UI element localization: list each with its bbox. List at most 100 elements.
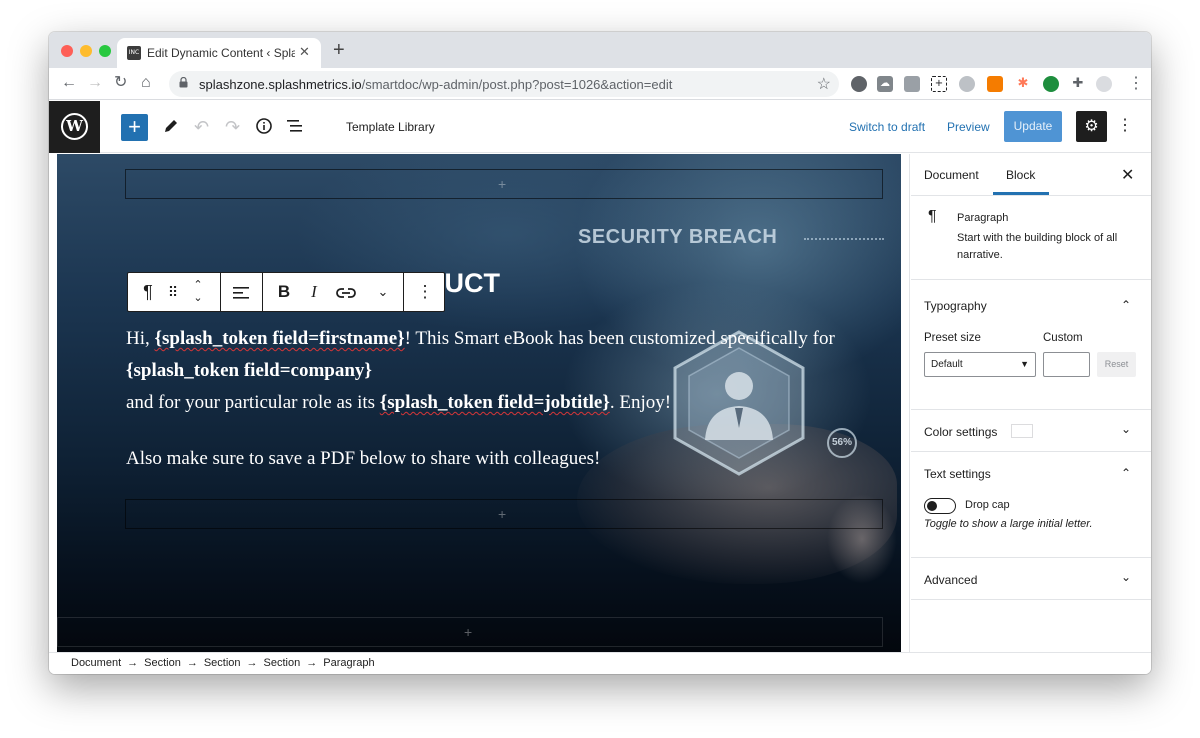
maximize-window-button[interactable] <box>99 45 111 57</box>
extension-circle-icon[interactable] <box>851 76 867 92</box>
update-button[interactable]: Update <box>1004 111 1062 142</box>
custom-size-input[interactable] <box>1043 352 1090 377</box>
wordpress-logo[interactable]: W <box>49 101 100 153</box>
new-tab-icon[interactable]: + <box>333 40 345 60</box>
more-options-icon[interactable]: ⋮ <box>1117 115 1133 137</box>
add-block-button[interactable]: + <box>121 114 148 141</box>
block-toolbar: ¶ ⠿ ⌃ ⌄ B I ⌄ ⋮ <box>127 272 445 312</box>
breadcrumb-paragraph[interactable]: Paragraph <box>323 657 374 669</box>
breadcrumb-section[interactable]: Section <box>144 657 181 669</box>
extension-cloud-icon[interactable]: ☁ <box>877 76 893 92</box>
switch-to-draft-button[interactable]: Switch to draft <box>849 120 925 134</box>
color-settings-title[interactable]: Color settings <box>924 425 997 439</box>
token-firstname: {splash_token field=firstname} <box>155 328 405 349</box>
hubspot-icon[interactable]: ✱ <box>1015 76 1031 92</box>
paragraph-block-icon[interactable]: ¶ <box>136 273 160 311</box>
wordpress-icon: W <box>61 113 88 140</box>
toolbar-separator <box>403 273 404 311</box>
undo-icon[interactable]: ↶ <box>194 115 209 139</box>
italic-icon[interactable]: I <box>306 273 322 311</box>
close-window-button[interactable] <box>61 45 73 57</box>
bold-icon[interactable]: B <box>274 273 294 311</box>
chevron-up-icon[interactable]: ⌃ <box>1121 466 1131 480</box>
editor-canvas[interactable]: SECURITY BREACH 56% + DUCT Hi, {splash_t… <box>57 154 901 652</box>
browser-tab-active[interactable]: INC Edit Dynamic Content ‹ Splash ✕ <box>117 38 321 68</box>
advanced-title[interactable]: Advanced <box>924 573 977 587</box>
info-icon[interactable] <box>255 117 273 135</box>
extension-orange-icon[interactable] <box>987 76 1003 92</box>
chevron-down-icon: ▼ <box>1020 359 1029 369</box>
block-more-options-icon[interactable]: ⋮ <box>416 273 434 311</box>
user-hexagon-graphic <box>673 330 805 476</box>
breadcrumb-document[interactable]: Document <box>71 657 121 669</box>
extension-screenshot-icon[interactable]: + <box>931 76 947 92</box>
redo-icon[interactable]: ↷ <box>225 115 240 139</box>
paragraph-line-1[interactable]: Hi, {splash_token field=firstname}! This… <box>126 328 835 350</box>
preset-size-select[interactable]: Default ▼ <box>924 352 1036 377</box>
browser-toolbar: ← → ↻ ⌂ splashzone.splashmetrics.io/smar… <box>49 68 1151 100</box>
browser-menu-icon[interactable]: ⋮ <box>1128 74 1144 94</box>
block-card: ¶ Paragraph Start with the building bloc… <box>911 196 1151 280</box>
extension-grey-icon[interactable] <box>959 76 975 92</box>
text-settings-title[interactable]: Text settings <box>924 467 991 481</box>
greeting-text: Hi, <box>126 328 155 349</box>
extension-chat-icon[interactable] <box>904 76 920 92</box>
canvas-right-gutter <box>901 154 910 652</box>
align-left-icon[interactable] <box>232 285 250 301</box>
reset-button[interactable]: Reset <box>1097 352 1136 377</box>
custom-size-label: Custom <box>1043 332 1083 344</box>
chevron-down-icon[interactable]: ⌄ <box>1121 570 1131 584</box>
settings-gear-icon[interactable]: ⚙ <box>1076 111 1107 142</box>
profile-avatar[interactable] <box>1096 76 1112 92</box>
block-inserter-plus-icon[interactable]: + <box>498 177 506 191</box>
arrow-right-icon: → <box>306 657 318 669</box>
bookmark-star-icon[interactable]: ☆ <box>817 74 831 94</box>
drag-handle-icon[interactable]: ⠿ <box>164 273 182 311</box>
extension-green-icon[interactable] <box>1043 76 1059 92</box>
tab-close-icon[interactable]: ✕ <box>299 44 310 60</box>
breadcrumb-section[interactable]: Section <box>204 657 241 669</box>
home-icon[interactable]: ⌂ <box>141 73 151 93</box>
url-text: splashzone.splashmetrics.io/smartdoc/wp-… <box>199 77 672 92</box>
lock-icon <box>179 77 188 88</box>
token-company[interactable]: {splash_token field=company} <box>126 360 372 382</box>
settings-sidebar: Document Block ✕ ¶ Paragraph Start with … <box>911 154 1151 652</box>
tab-document[interactable]: Document <box>924 168 979 182</box>
block-inserter-plus-icon[interactable]: + <box>464 625 472 639</box>
more-rich-text-chevron-icon[interactable]: ⌄ <box>374 273 392 311</box>
block-inserter-plus-icon[interactable]: + <box>498 507 506 521</box>
toggle-knob <box>927 501 937 511</box>
tab-block[interactable]: Block <box>1006 168 1035 182</box>
template-library-button[interactable]: Template Library <box>346 120 435 134</box>
chevron-down-icon[interactable]: ⌄ <box>1121 422 1131 436</box>
minimize-window-button[interactable] <box>80 45 92 57</box>
back-icon[interactable]: ← <box>61 73 77 93</box>
move-up-down-icon[interactable]: ⌃ ⌄ <box>188 273 208 311</box>
preset-size-value: Default <box>931 359 963 370</box>
close-sidebar-icon[interactable]: ✕ <box>1121 165 1134 185</box>
color-swatch <box>1011 424 1033 438</box>
link-icon[interactable] <box>336 286 356 300</box>
reload-icon[interactable]: ↻ <box>114 73 127 93</box>
url-host: splashzone.splashmetrics.io <box>199 77 362 92</box>
enjoy-text: . Enjoy! <box>609 392 672 413</box>
block-card-description: Start with the building block of all nar… <box>957 232 1118 261</box>
block-navigation-icon[interactable] <box>286 118 304 134</box>
forward-icon[interactable]: → <box>87 73 103 93</box>
edit-pencil-icon[interactable] <box>162 117 180 135</box>
block-card-title: Paragraph <box>957 212 1009 224</box>
block-breadcrumb-bar: Document → Section → Section → Section → Paragra… <box>49 652 1151 674</box>
drop-cap-toggle[interactable] <box>924 498 956 514</box>
address-bar[interactable]: splashzone.splashmetrics.io/smartdoc/wp-… <box>169 71 839 97</box>
canvas-left-gutter <box>49 154 57 652</box>
dotted-line-decoration <box>804 238 884 240</box>
extensions-puzzle-icon[interactable]: ✚ <box>1070 76 1086 92</box>
paragraph-save-pdf[interactable]: Also make sure to save a PDF below to sh… <box>126 448 600 470</box>
chevron-up-icon[interactable]: ⌃ <box>1121 298 1131 312</box>
breadcrumb-section[interactable]: Section <box>264 657 301 669</box>
typography-title[interactable]: Typography <box>924 299 987 313</box>
preview-button[interactable]: Preview <box>947 120 990 134</box>
paragraph-line-3[interactable]: and for your particular role as its {spl… <box>126 392 671 414</box>
tab-title: Edit Dynamic Content ‹ Splash <box>147 46 295 60</box>
sidebar-tabs: Document Block ✕ <box>911 154 1151 196</box>
